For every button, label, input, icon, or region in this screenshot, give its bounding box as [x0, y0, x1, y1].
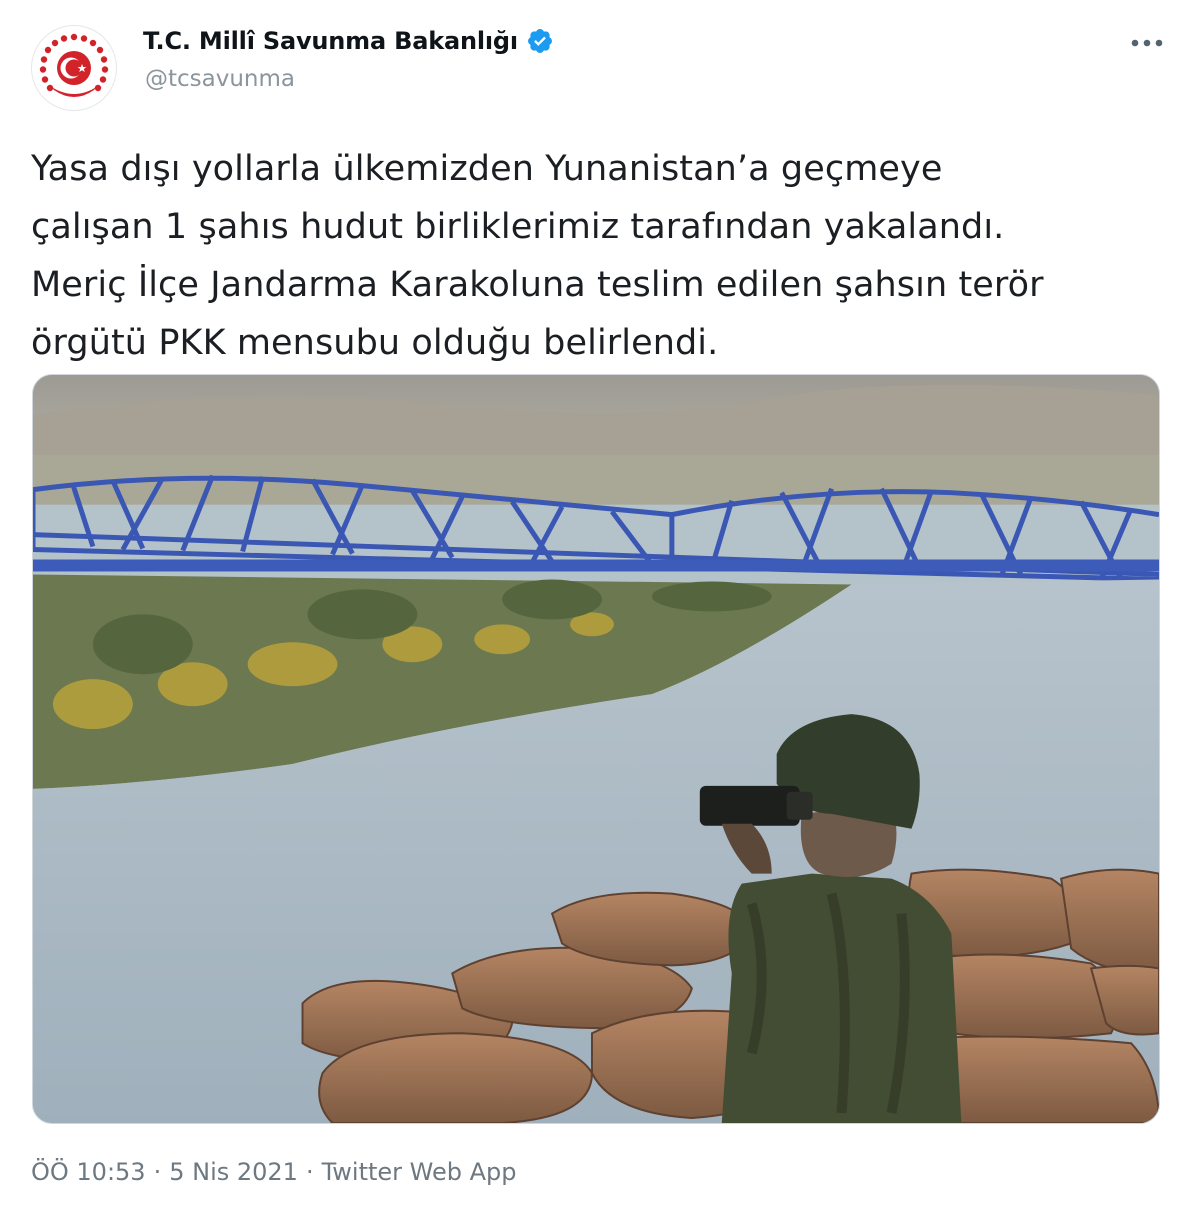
- meta-separator: ·: [153, 1158, 162, 1186]
- author-handle[interactable]: @tcsavunma: [145, 66, 295, 92]
- tweet-photo[interactable]: [32, 374, 1160, 1124]
- more-options-button[interactable]: [1124, 25, 1170, 61]
- verified-badge-icon: [526, 27, 554, 55]
- tweet-time[interactable]: ÖÖ 10:53: [31, 1158, 146, 1186]
- border-patrol-photo: [33, 375, 1159, 1123]
- author-name-row: T.C. Millî Savunma Bakanlığı: [143, 27, 554, 55]
- author-display-name[interactable]: T.C. Millî Savunma Bakanlığı: [143, 27, 518, 55]
- avatar[interactable]: [31, 25, 117, 111]
- tweet-text: Yasa dışı yollarla ülkemizden Yunanistan…: [31, 149, 1044, 363]
- tweet-card: T.C. Millî Savunma Bakanlığı @tcsavunma …: [0, 0, 1200, 1220]
- ministry-emblem-icon: [36, 30, 112, 106]
- tweet-date[interactable]: 5 Nis 2021: [169, 1158, 298, 1186]
- tweet-meta: ÖÖ 10:53 · 5 Nis 2021 · Twitter Web App: [31, 1158, 517, 1186]
- more-dots-icon: [1131, 39, 1163, 47]
- tweet-source-link[interactable]: Twitter Web App: [322, 1158, 517, 1186]
- meta-separator-2: ·: [305, 1158, 314, 1186]
